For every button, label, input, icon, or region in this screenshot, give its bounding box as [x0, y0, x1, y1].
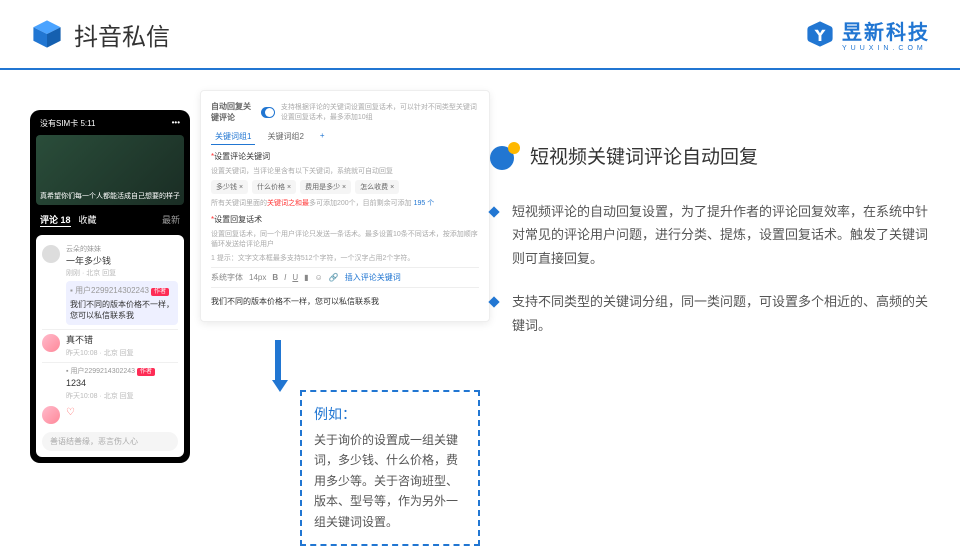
- underline-icon[interactable]: U: [292, 273, 298, 282]
- example-title: 例如：: [314, 404, 466, 424]
- comment-item: ▪ 用户2299214302243 作者 1234 昨天10:08 · 北京 回…: [42, 363, 178, 405]
- chip[interactable]: 什么价格 ×: [252, 180, 296, 194]
- comment-item: 云朵的妹妹 一年多少钱 刚刚 · 北京 回复 ▪ 用户2299214302243…: [42, 241, 178, 330]
- bullet-item: 支持不同类型的关键词分组，同一类问题，可设置多个相近的、高频的关键词。: [490, 290, 930, 337]
- editor-toolbar: 系统字体 14px B I U ▮ ☺ 🔗 插入评论关键词: [211, 267, 479, 288]
- toggle-label: 自动回复关键评论: [211, 101, 255, 123]
- author-badge: 作者: [137, 368, 155, 376]
- size-select[interactable]: 14px: [249, 273, 266, 282]
- bullet-text: 支持不同类型的关键词分组，同一类问题，可设置多个相近的、高频的关键词。: [512, 290, 930, 337]
- color-icon[interactable]: ▮: [304, 273, 308, 282]
- toggle-switch[interactable]: [261, 107, 275, 118]
- phone-status-bar: 没有SIM卡 5:11•••: [36, 116, 184, 131]
- emoji-icon[interactable]: ☺: [315, 273, 323, 282]
- brand: 昱新科技 YUUXIN.COM: [806, 16, 930, 52]
- comment-text: 1234: [66, 377, 178, 390]
- italic-icon[interactable]: I: [284, 273, 286, 282]
- author-badge: 作者: [151, 288, 169, 296]
- commenter-name: 云朵的妹妹: [66, 245, 178, 255]
- comment-input[interactable]: 善语结善缘，恶言伤人心: [42, 432, 178, 451]
- chip[interactable]: 怎么收费 ×: [355, 180, 399, 194]
- arrow-icon: [272, 340, 284, 390]
- settings-panel-screenshot: 自动回复关键评论 支持根据评论的关键词设置回复话术，可以针对不同类型关键词设置回…: [200, 90, 490, 322]
- tab-favorites[interactable]: 收藏: [79, 213, 97, 227]
- example-body: 关于询价的设置成一组关键词，多少钱、什么价格，费用多少等。关于咨询班型、版本、型…: [314, 430, 466, 532]
- author-reply: ▪ 用户2299214302243 作者 我们不同的版本价格不一样，您可以私信联…: [66, 281, 178, 325]
- comments-list: 云朵的妹妹 一年多少钱 刚刚 · 北京 回复 ▪ 用户2299214302243…: [36, 235, 184, 457]
- page-header: 抖音私信 昱新科技 YUUXIN.COM: [0, 0, 960, 70]
- brand-text-stack: 昱新科技 YUUXIN.COM: [842, 16, 930, 52]
- avatar: [42, 406, 60, 424]
- font-select[interactable]: 系统字体: [211, 272, 243, 283]
- brand-name: 昱新科技: [842, 16, 930, 45]
- comment-meta: 昨天10:08 · 北京 回复: [66, 392, 178, 402]
- phone-screenshot: 没有SIM卡 5:11••• 真希望你们每一个人都能活成自己想要的样子 评论 1…: [30, 110, 190, 463]
- diamond-icon: [488, 206, 499, 217]
- insert-keyword-button[interactable]: 插入评论关键词: [345, 272, 401, 283]
- comment-tabs: 评论 18 收藏 最新: [36, 209, 184, 231]
- cube-icon: [30, 17, 64, 51]
- chip[interactable]: 多少钱 ×: [211, 180, 248, 194]
- like-icon[interactable]: ♡: [66, 407, 75, 418]
- brand-icon: [806, 20, 834, 48]
- tab-group-1[interactable]: 关键词组1: [211, 129, 255, 145]
- illustration-column: 自动回复关键评论 支持根据评论的关键词设置回复话术，可以针对不同类型关键词设置回…: [30, 90, 460, 510]
- reply-section-label: 设置回复话术: [211, 214, 479, 225]
- brand-sub: YUUXIN.COM: [842, 45, 927, 52]
- avatar: [42, 245, 60, 263]
- example-box: 例如： 关于询价的设置成一组关键词，多少钱、什么价格，费用多少等。关于咨询班型、…: [300, 390, 480, 546]
- bullet-text: 短视频评论的自动回复设置，为了提升作者的评论回复效率，在系统中针对常见的评论用户…: [512, 200, 930, 270]
- keyword-count-note: 所有关键词里面的关键词之和最多可添加200个，目前剩余可添加 195 个: [211, 198, 479, 208]
- bold-icon[interactable]: B: [272, 273, 278, 282]
- reply-rule: 1 提示：文字文本框最多支持512个字符，一个汉字占用2个字符。: [211, 253, 479, 263]
- avatar: [42, 334, 60, 352]
- bullet-item: 短视频评论的自动回复设置，为了提升作者的评论回复效率，在系统中针对常见的评论用户…: [490, 200, 930, 270]
- chip[interactable]: 费用是多少 ×: [300, 180, 351, 194]
- section-header: 短视频关键词评论自动回复: [490, 140, 930, 170]
- toggle-hint: 支持根据评论的关键词设置回复话术，可以针对不同类型关键词设置回复话术，最多添加1…: [281, 102, 479, 122]
- page-title: 抖音私信: [74, 17, 170, 52]
- tab-group-2[interactable]: 关键词组2: [263, 129, 307, 145]
- keyword-group-tabs: 关键词组1 关键词组2 +: [211, 129, 479, 145]
- description-column: 短视频关键词评论自动回复 短视频评论的自动回复设置，为了提升作者的评论回复效率，…: [490, 90, 930, 510]
- editor-content[interactable]: 我们不同的版本价格不一样，您可以私信联系我: [211, 292, 479, 311]
- keyword-hint: 设置关键词，当评论里含有以下关键词，系统就可自动回复: [211, 166, 479, 176]
- comment-text: 真不错: [66, 334, 178, 347]
- section-title: 短视频关键词评论自动回复: [530, 142, 758, 169]
- comment-meta: 刚刚 · 北京 回复: [66, 269, 178, 279]
- add-group-button[interactable]: +: [316, 129, 329, 145]
- video-thumbnail: 真希望你们每一个人都能活成自己想要的样子: [36, 135, 184, 205]
- content: 自动回复关键评论 支持根据评论的关键词设置回复话术，可以针对不同类型关键词设置回…: [0, 70, 960, 530]
- comment-item: 真不错 昨天10:08 · 北京 回复: [42, 330, 178, 363]
- keyword-chips: 多少钱 × 什么价格 × 费用是多少 × 怎么收费 ×: [211, 180, 479, 194]
- link-icon[interactable]: 🔗: [329, 273, 339, 282]
- tab-comments[interactable]: 评论 18: [40, 213, 71, 227]
- comment-item: ♡: [42, 406, 178, 428]
- keyword-section-label: 设置评论关键词: [211, 151, 479, 162]
- comment-meta: 昨天10:08 · 北京 回复: [66, 349, 178, 359]
- tab-sort[interactable]: 最新: [162, 213, 180, 227]
- title-group: 抖音私信: [30, 17, 170, 52]
- diamond-icon: [488, 297, 499, 308]
- comment-text: 一年多少钱: [66, 255, 178, 268]
- reply-hint: 设置回复话术，同一个用户评论只发送一条话术。最多设置10条不同话术，按添加顺序循…: [211, 229, 479, 249]
- chat-bubble-icon: [490, 140, 520, 170]
